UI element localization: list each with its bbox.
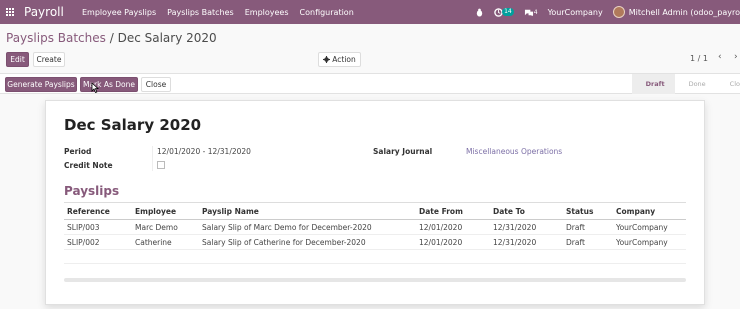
breadcrumb: Payslips Batches / Dec Salary 2020 (6, 31, 217, 45)
credit-note-label: Credit Note (64, 161, 113, 170)
cell-company: YourCompany (613, 234, 686, 250)
breadcrumb-parent[interactable]: Payslips Batches (6, 31, 106, 45)
top-navbar: Payroll Employee Payslips Payslips Batch… (0, 0, 740, 24)
cell-employee: Marc Demo (132, 219, 199, 235)
user-menu[interactable]: Mitchell Admin (odoo_payro (629, 8, 740, 17)
cell-employee: Catherine (132, 234, 199, 250)
activity-icon[interactable]: 4 (524, 8, 538, 17)
mark-as-done-button[interactable]: Mark As Done (80, 77, 138, 92)
cell-reference: SLIP/003 (64, 219, 132, 235)
pager-value[interactable]: 1 / 1 (690, 54, 708, 63)
cell-payslip-name: Salary Slip of Catherine for December-20… (199, 234, 416, 250)
mouse-cursor-icon (91, 82, 99, 94)
breadcrumb-current: Dec Salary 2020 (117, 31, 217, 45)
form-sheet: Dec Salary 2020 Period 12/01/2020 - 12/3… (45, 100, 705, 305)
edit-button[interactable]: Edit (6, 52, 29, 67)
col-status[interactable]: Status (563, 202, 613, 220)
col-employee[interactable]: Employee (132, 202, 199, 220)
col-reference[interactable]: Reference (64, 202, 132, 220)
breadcrumb-separator: / (109, 31, 114, 45)
salary-journal-link[interactable]: Miscellaneous Operations (466, 147, 562, 156)
cell-company: YourCompany (613, 219, 686, 235)
cell-reference: SLIP/002 (64, 234, 132, 250)
apps-menu-icon[interactable] (2, 0, 18, 24)
col-date-from[interactable]: Date From (416, 202, 490, 220)
pager-prev-icon[interactable]: ‹ (718, 52, 722, 62)
cell-date-to: 12/31/2020 (490, 219, 563, 235)
company-switcher[interactable]: YourCompany (548, 8, 603, 17)
table-row[interactable]: SLIP/002 Catherine Salary Slip of Cather… (64, 234, 686, 250)
menu-configuration[interactable]: Configuration (300, 8, 354, 17)
form-statusbar: Generate Payslips Mark As Done Close Dra… (0, 73, 740, 94)
cell-date-from: 12/01/2020 (416, 219, 490, 235)
action-label: Action (332, 55, 356, 64)
action-button[interactable]: Action (318, 52, 361, 67)
table-row[interactable]: SLIP/003 Marc Demo Salary Slip of Marc D… (64, 219, 686, 235)
batch-title: Dec Salary 2020 (64, 116, 202, 134)
pager-next-icon[interactable]: › (734, 52, 738, 62)
period-value: 12/01/2020 - 12/31/2020 (157, 147, 251, 156)
salary-journal-label: Salary Journal (373, 147, 433, 156)
close-button[interactable]: Close (141, 77, 171, 92)
cell-status: Draft (563, 234, 613, 250)
col-company[interactable]: Company (613, 202, 686, 220)
cell-status: Draft (563, 219, 613, 235)
create-button[interactable]: Create (33, 52, 65, 67)
app-brand[interactable]: Payroll (24, 5, 82, 19)
payslips-section-title: Payslips (64, 184, 120, 198)
table-footer-divider (64, 263, 686, 264)
menu-employees[interactable]: Employees (245, 8, 289, 17)
col-date-to[interactable]: Date To (490, 202, 563, 220)
cell-payslip-name: Salary Slip of Marc Demo for December-20… (199, 219, 416, 235)
generate-payslips-button[interactable]: Generate Payslips (5, 77, 77, 92)
cell-date-to: 12/31/2020 (490, 234, 563, 250)
bug-icon[interactable] (475, 8, 484, 17)
menu-payslips-batches[interactable]: Payslips Batches (167, 8, 234, 17)
payslips-table: Reference Employee Payslip Name Date Fro… (64, 202, 686, 250)
chat-badge: 14 (502, 8, 514, 16)
user-avatar[interactable] (612, 6, 625, 18)
main-menu: Employee Payslips Payslips Batches Emplo… (82, 8, 365, 17)
status-steps: Draft Done Clo (631, 74, 740, 95)
status-step-done[interactable]: Done (675, 74, 716, 94)
credit-note-checkbox[interactable] (157, 161, 165, 169)
field-divider (152, 146, 153, 171)
table-header-row: Reference Employee Payslip Name Date Fro… (64, 202, 686, 220)
gear-icon (323, 56, 331, 63)
status-step-close[interactable]: Clo (716, 74, 740, 94)
status-step-draft: Draft (631, 74, 675, 94)
table-horizontal-scrollbar[interactable] (64, 278, 686, 282)
cell-date-from: 12/01/2020 (416, 234, 490, 250)
chat-icon[interactable]: 14 (494, 7, 514, 17)
period-label: Period (64, 147, 92, 156)
activity-badge: 4 (533, 8, 538, 16)
menu-employee-payslips[interactable]: Employee Payslips (82, 8, 156, 17)
col-payslip-name[interactable]: Payslip Name (199, 202, 416, 220)
